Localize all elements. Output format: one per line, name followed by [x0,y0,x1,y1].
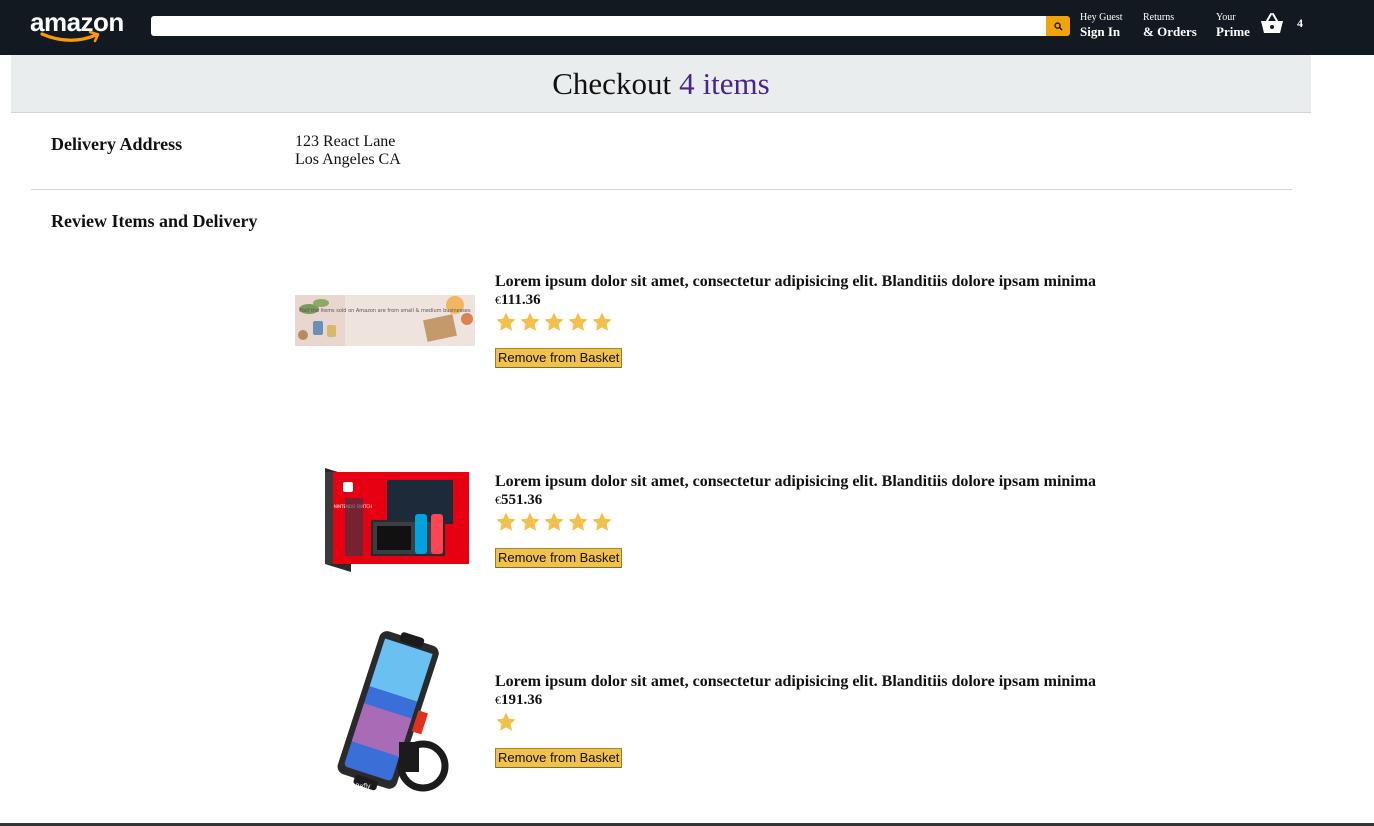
star-icon [544,512,564,531]
address-line-2: Los Angeles CA [295,151,401,168]
star-icon [544,312,564,331]
nav-greeting: Hey Guest [1080,12,1123,23]
address-line-1: 123 React Lane [295,133,396,150]
price-value: 111.36 [501,292,541,308]
checkout-product: Half the items sold on Amazon are from s… [295,272,1295,382]
checkout-item-count: 4 [679,65,695,101]
product-info: Lorem ipsum dolor sit amet, consectetur … [495,672,1096,768]
checkout-item-count-label: items [702,65,770,101]
checkout-title: Checkout [552,65,672,101]
star-icon [568,312,588,331]
nav-returns-orders[interactable]: Returns & Orders [1143,12,1197,39]
product-price: €111.36 [495,291,1096,310]
basket-count: 4 [1297,15,1303,30]
nintendo-switch-box-image: NINTENDO SWITCH [295,468,475,572]
product-price: €191.36 [495,691,1096,710]
star-icon [496,312,516,331]
product-title: Lorem ipsum dolor sit amet, consectetur … [495,273,1097,290]
product-info: Lorem ipsum dolor sit amet, consectetur … [495,472,1096,568]
review-items-heading: Review Items and Delivery [51,211,258,231]
search-input[interactable] [151,16,1046,36]
product-title: Lorem ipsum dolor sit amet, consectetur … [495,673,1097,690]
section-divider [31,189,1292,190]
product-rating [495,711,1096,737]
amazon-logo[interactable]: amazon [30,9,130,47]
checkout-product: GRefly Lorem ipsum dolor sit amet, conse… [295,631,1295,822]
star-icon [520,512,540,531]
nav-prime-label: Prime [1216,24,1250,39]
star-icon [496,712,516,731]
search-bar [151,16,1070,36]
delivery-address-heading: Delivery Address [51,134,183,154]
mount-brand-text: GRefly [351,783,371,790]
star-icon [592,512,612,531]
product-info: Lorem ipsum dolor sit amet, consectetur … [495,272,1096,368]
product-rating [495,311,1096,337]
price-value: 551.36 [501,492,543,508]
delivery-address: 123 React Lane Los Angeles CA [295,133,401,169]
basket-link[interactable]: 4 [1260,12,1303,34]
nav-sign-in-label: Sign In [1080,24,1121,39]
nav-returns-label: Returns [1143,12,1175,23]
star-icon [568,512,588,531]
nav-prime[interactable]: Your Prime [1216,12,1250,39]
bike-phone-mount-image: GRefly [295,630,475,810]
amazon-smile-icon [40,31,100,43]
product-rating [495,511,1096,537]
star-icon [592,312,612,331]
checkout-product: NINTENDO SWITCH Lorem ipsum dolor sit am… [295,468,1295,582]
nav-orders-label: & Orders [1143,24,1197,39]
search-icon [1053,21,1063,31]
product-price: €551.36 [495,491,1096,510]
star-icon [520,312,540,331]
star-icon [496,512,516,531]
remove-from-basket-button[interactable]: Remove from Basket [495,748,623,768]
basket-icon [1261,13,1283,33]
nav-your-label: Your [1216,12,1236,23]
price-value: 191.36 [501,692,543,708]
remove-from-basket-button[interactable]: Remove from Basket [495,348,623,368]
banner-image-text: Half the items sold on Amazon are from s… [299,308,471,314]
remove-from-basket-button[interactable]: Remove from Basket [495,548,623,568]
nav-sign-in[interactable]: Hey Guest Sign In [1080,12,1123,39]
product-title: Lorem ipsum dolor sit amet, consectetur … [495,473,1097,490]
gift-banner-image: Half the items sold on Amazon are from s… [295,295,475,346]
header: amazon Hey Guest Sign In Returns & Order… [0,0,1374,55]
search-button[interactable] [1046,16,1070,36]
checkout-banner: Checkout 4 items [11,55,1311,113]
